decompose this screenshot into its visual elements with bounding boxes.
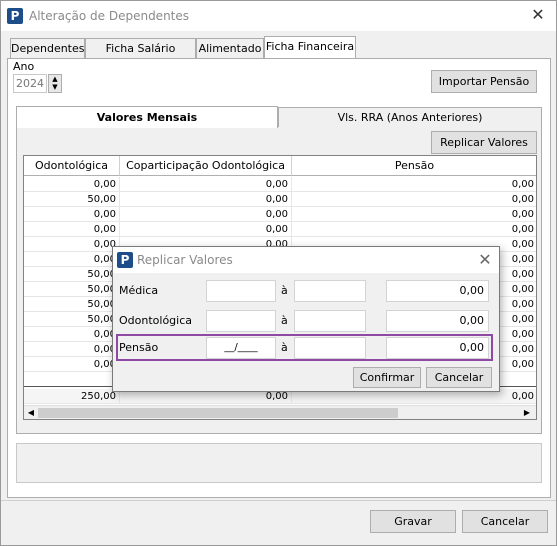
- grid-cell[interactable]: 50,00: [24, 297, 120, 312]
- grid-cell[interactable]: 50,00: [24, 192, 120, 207]
- spin-up-icon[interactable]: ▲: [49, 75, 61, 83]
- grid-cell[interactable]: 0,00: [292, 192, 536, 207]
- import-pension-button[interactable]: Importar Pensão: [431, 70, 537, 93]
- footer-divider: [1, 500, 556, 501]
- tab-alimentado[interactable]: Alimentado: [196, 38, 264, 59]
- row-label-odontologica: Odontológica: [119, 314, 192, 327]
- title-bar: P Alteração de Dependentes ✕: [1, 1, 556, 31]
- pensao-value-field[interactable]: 0,00: [386, 337, 489, 359]
- scroll-right-icon[interactable]: ▶: [521, 407, 533, 419]
- dialog-title-bar: P Replicar Valores ✕: [113, 247, 499, 273]
- grid-cell[interactable]: 0,00: [24, 207, 120, 222]
- grid-cell[interactable]: 0,00: [120, 177, 292, 192]
- odontologica-value-field[interactable]: 0,00: [386, 310, 489, 332]
- grid-cell[interactable]: 0,00: [24, 237, 120, 252]
- column-header[interactable]: Pensão: [292, 156, 536, 176]
- medica-to-field[interactable]: [294, 280, 366, 302]
- grid-cell[interactable]: 0,00: [292, 222, 536, 237]
- close-icon[interactable]: ✕: [523, 1, 553, 29]
- grid-cell[interactable]: 0,00: [120, 207, 292, 222]
- column-header[interactable]: Odontológica: [24, 156, 120, 176]
- cancel-button[interactable]: Cancelar: [462, 510, 548, 533]
- total-cell: 250,00: [24, 389, 120, 404]
- horizontal-scrollbar[interactable]: ◀ ▶: [24, 405, 536, 419]
- scrollbar-thumb[interactable]: [38, 408, 398, 418]
- confirm-button[interactable]: Confirmar: [353, 367, 421, 388]
- pensao-from-field[interactable]: __/____: [206, 337, 276, 359]
- year-spinner[interactable]: ▲ ▼: [48, 74, 62, 93]
- dialog-close-icon[interactable]: ✕: [473, 246, 497, 274]
- replicate-values-button[interactable]: Replicar Valores: [431, 131, 537, 154]
- tab-ficha-salario-familia[interactable]: Ficha Salário Família: [85, 38, 196, 74]
- app-logo-icon: P: [7, 8, 23, 24]
- subtab-vls-rra[interactable]: Vls. RRA (Anos Anteriores): [278, 107, 542, 127]
- grid-cell[interactable]: 50,00: [24, 312, 120, 327]
- save-button[interactable]: Gravar: [370, 510, 456, 533]
- tab-dependentes[interactable]: Dependentes: [10, 38, 85, 59]
- grid-cell[interactable]: 50,00: [24, 282, 120, 297]
- grid-cell[interactable]: 50,00: [24, 267, 120, 282]
- odontologica-from-field[interactable]: [206, 310, 276, 332]
- dialog-title: Replicar Valores: [137, 253, 233, 267]
- grid-cell[interactable]: 0,00: [24, 357, 120, 372]
- grid-cell[interactable]: 0,00: [24, 252, 120, 267]
- replicate-dialog: P Replicar Valores ✕ Médica à 0,00 Odont…: [112, 246, 500, 392]
- column-header[interactable]: Coparticipação Odontológica: [120, 156, 292, 176]
- grid-cell[interactable]: 0,00: [24, 177, 120, 192]
- year-field[interactable]: 2024: [13, 74, 47, 93]
- medica-from-field[interactable]: [206, 280, 276, 302]
- tab-ficha-financeira[interactable]: Ficha Financeira: [264, 36, 356, 59]
- row-label-medica: Médica: [119, 284, 159, 297]
- grid-cell[interactable]: 0,00: [24, 342, 120, 357]
- range-separator: à: [281, 341, 288, 354]
- grid-cell[interactable]: 0,00: [24, 327, 120, 342]
- grid-cell[interactable]: 0,00: [120, 192, 292, 207]
- medica-value-field[interactable]: 0,00: [386, 280, 489, 302]
- spin-down-icon[interactable]: ▼: [49, 83, 61, 91]
- range-separator: à: [281, 284, 288, 297]
- app-logo-icon: P: [117, 252, 133, 268]
- grid-cell[interactable]: 0,00: [292, 177, 536, 192]
- grid-cell[interactable]: 0,00: [120, 222, 292, 237]
- grid-cell[interactable]: 0,00: [24, 222, 120, 237]
- status-area: [16, 443, 542, 483]
- window-title: Alteração de Dependentes: [29, 9, 190, 23]
- scroll-left-icon[interactable]: ◀: [25, 407, 37, 419]
- subtab-valores-mensais[interactable]: Valores Mensais: [16, 106, 278, 128]
- odontologica-to-field[interactable]: [294, 310, 366, 332]
- pensao-to-field[interactable]: [294, 337, 366, 359]
- year-label: Ano: [13, 60, 35, 73]
- dialog-cancel-button[interactable]: Cancelar: [426, 367, 492, 388]
- range-separator: à: [281, 314, 288, 327]
- row-label-pensao: Pensão: [119, 341, 159, 354]
- grid-cell[interactable]: 0,00: [292, 207, 536, 222]
